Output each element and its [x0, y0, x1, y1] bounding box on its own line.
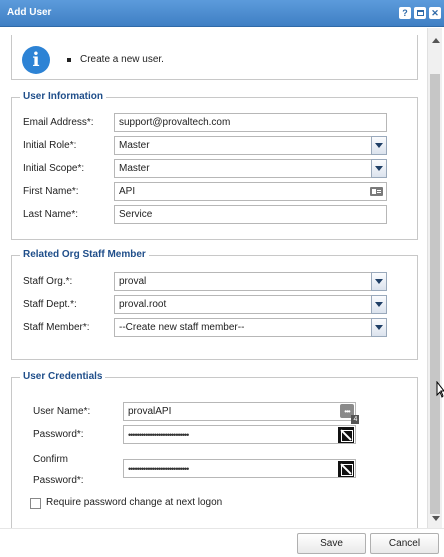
- email-label: Email Address*:: [23, 117, 94, 128]
- staff-org-label: Staff Org.*:: [23, 276, 73, 287]
- close-icon[interactable]: ✕: [429, 7, 441, 19]
- staff-member-label: Staff Member*:: [23, 322, 90, 333]
- password-manager-icon[interactable]: ••• 4: [340, 404, 359, 424]
- initial-role-value: Master: [119, 140, 150, 151]
- scrollbar-thumb[interactable]: [430, 74, 440, 514]
- initial-scope-label: Initial Scope*:: [23, 163, 85, 174]
- confirm-label-line2: Password*:: [33, 475, 84, 486]
- staff-member-value: --Create new staff member--: [119, 322, 245, 333]
- email-field[interactable]: support@provaltech.com: [114, 113, 387, 132]
- bullet-icon: [67, 58, 71, 62]
- scroll-up-icon[interactable]: [432, 38, 440, 43]
- password-value: ••••••••••••••••••••••••••••: [128, 429, 189, 440]
- window-titlebar: Add User ? ✕: [0, 0, 444, 27]
- initial-role-select[interactable]: Master: [114, 136, 387, 155]
- chevron-down-icon[interactable]: [371, 295, 387, 314]
- contact-card-icon[interactable]: [370, 187, 383, 196]
- password-field[interactable]: ••••••••••••••••••••••••••••: [123, 425, 356, 444]
- scroll-down-icon[interactable]: [432, 516, 440, 521]
- staff-dept-label: Staff Dept.*:: [23, 299, 77, 310]
- count-badge: 4: [351, 415, 359, 424]
- require-password-change-checkbox[interactable]: [30, 498, 41, 509]
- chevron-down-icon[interactable]: [371, 318, 387, 337]
- last-name-value: Service: [119, 209, 153, 220]
- window-title: Add User: [7, 7, 52, 18]
- user-information-legend: User Information: [20, 91, 107, 102]
- reveal-password-icon[interactable]: [338, 461, 354, 477]
- confirm-label-line1: Confirm: [33, 454, 69, 465]
- info-message: Create a new user.: [80, 54, 164, 65]
- first-name-value: API: [119, 186, 136, 197]
- username-label: User Name*:: [33, 406, 91, 417]
- first-name-label: First Name*:: [23, 186, 79, 197]
- dialog-content: i Create a new user. User Information Em…: [0, 28, 427, 528]
- staff-org-value: proval: [119, 276, 147, 287]
- require-password-change-label: Require password change at next logon: [46, 497, 223, 508]
- chevron-down-icon[interactable]: [371, 159, 387, 178]
- info-panel: i Create a new user.: [11, 35, 418, 80]
- email-value: support@provaltech.com: [119, 117, 231, 128]
- username-field[interactable]: provalAPI ••• 4: [123, 402, 359, 424]
- mouse-cursor-icon: [436, 381, 444, 398]
- last-name-label: Last Name*:: [23, 209, 79, 220]
- related-staff-legend: Related Org Staff Member: [20, 249, 149, 260]
- reveal-password-icon[interactable]: [338, 427, 354, 443]
- staff-dept-select[interactable]: proval.root: [114, 295, 387, 314]
- staff-dept-value: proval.root: [119, 299, 167, 310]
- info-icon: i: [22, 46, 50, 74]
- maximize-icon[interactable]: [414, 7, 426, 19]
- username-value: provalAPI: [128, 406, 172, 417]
- confirm-password-field[interactable]: ••••••••••••••••••••••••••••: [123, 459, 356, 478]
- chevron-down-icon[interactable]: [371, 272, 387, 291]
- staff-org-select[interactable]: proval: [114, 272, 387, 291]
- password-label: Password*:: [33, 429, 84, 440]
- confirm-password-value: ••••••••••••••••••••••••••••: [128, 463, 189, 474]
- initial-role-label: Initial Role*:: [23, 140, 77, 151]
- initial-scope-value: Master: [119, 163, 150, 174]
- save-button[interactable]: Save: [297, 533, 366, 554]
- help-icon[interactable]: ?: [399, 7, 411, 19]
- chevron-down-icon[interactable]: [371, 136, 387, 155]
- vertical-scrollbar[interactable]: [427, 28, 442, 528]
- cancel-button[interactable]: Cancel: [370, 533, 439, 554]
- user-credentials-legend: User Credentials: [20, 371, 106, 382]
- last-name-field[interactable]: Service: [114, 205, 387, 224]
- staff-member-select[interactable]: --Create new staff member--: [114, 318, 387, 337]
- first-name-field[interactable]: API: [114, 182, 387, 201]
- dialog-footer: Save Cancel: [0, 528, 444, 557]
- initial-scope-select[interactable]: Master: [114, 159, 387, 178]
